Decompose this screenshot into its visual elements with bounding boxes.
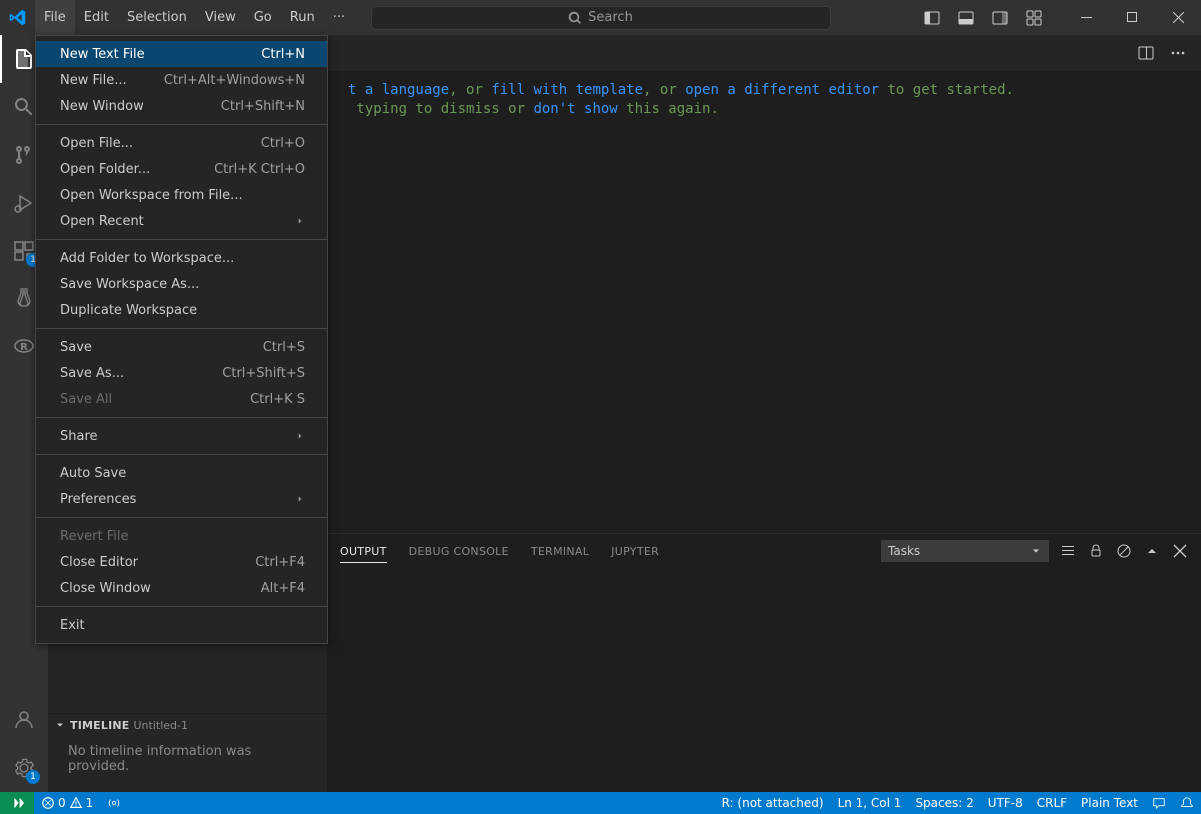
- menu-item-duplicate-workspace[interactable]: Duplicate Workspace: [36, 297, 327, 323]
- menu-item-revert-file: Revert File: [36, 523, 327, 549]
- menu-run[interactable]: Run: [281, 0, 324, 35]
- menu-[interactable]: ···: [324, 0, 354, 35]
- menu-separator: [36, 124, 327, 125]
- menu-item-save-all: Save AllCtrl+K S: [36, 386, 327, 412]
- menu-separator: [36, 606, 327, 607]
- menu-item-save-workspace-as[interactable]: Save Workspace As...: [36, 271, 327, 297]
- maximize-button[interactable]: [1109, 0, 1155, 35]
- broadcast-icon: [107, 796, 121, 810]
- accounts-icon[interactable]: [0, 696, 48, 744]
- vscode-logo-icon: [0, 9, 35, 26]
- toggle-panel-icon[interactable]: [949, 0, 983, 35]
- panel: OUTPUT DEBUG CONSOLE TERMINAL JUPYTER Tasks: [328, 533, 1201, 792]
- menu-item-share[interactable]: Share: [36, 423, 327, 449]
- chevron-down-icon: [54, 719, 66, 731]
- menu-item-new-text-file[interactable]: New Text FileCtrl+N: [36, 41, 327, 67]
- list-icon[interactable]: [1059, 542, 1077, 560]
- menu-separator: [36, 517, 327, 518]
- menu-item-open-file[interactable]: Open File...Ctrl+O: [36, 130, 327, 156]
- menu-file[interactable]: File: [35, 0, 75, 35]
- panel-tab-jupyter[interactable]: JUPYTER: [611, 539, 659, 562]
- menu-item-new-window[interactable]: New WindowCtrl+Shift+N: [36, 93, 327, 119]
- menu-separator: [36, 417, 327, 418]
- editor-content[interactable]: t a language, or fill with template, or …: [328, 71, 1201, 533]
- cursor-position[interactable]: Ln 1, Col 1: [831, 792, 909, 814]
- r-status[interactable]: R: (not attached): [715, 792, 831, 814]
- menu-item-open-recent[interactable]: Open Recent: [36, 208, 327, 234]
- panel-tab-debug-console[interactable]: DEBUG CONSOLE: [409, 539, 509, 562]
- editor-area: t a language, or fill with template, or …: [328, 35, 1201, 792]
- menu-item-preferences[interactable]: Preferences: [36, 486, 327, 512]
- panel-tab-output[interactable]: OUTPUT: [340, 539, 387, 563]
- settings-badge: 1: [26, 770, 40, 784]
- menu-item-auto-save[interactable]: Auto Save: [36, 460, 327, 486]
- language-mode[interactable]: Plain Text: [1074, 792, 1145, 814]
- chevron-right-icon: [295, 216, 305, 226]
- feedback-icon[interactable]: [1145, 792, 1173, 814]
- menu-item-save-as[interactable]: Save As...Ctrl+Shift+S: [36, 360, 327, 386]
- menu-edit[interactable]: Edit: [75, 0, 118, 35]
- indentation[interactable]: Spaces: 2: [908, 792, 980, 814]
- menu-item-open-folder[interactable]: Open Folder...Ctrl+K Ctrl+O: [36, 156, 327, 182]
- problems-button[interactable]: 0 1: [34, 792, 100, 814]
- panel-body: [328, 567, 1201, 792]
- encoding[interactable]: UTF-8: [981, 792, 1030, 814]
- notifications-icon[interactable]: [1173, 792, 1201, 814]
- clear-output-icon[interactable]: [1115, 542, 1133, 560]
- timeline-header[interactable]: TIMELINE Untitled-1: [48, 714, 327, 736]
- split-editor-icon[interactable]: [1133, 40, 1159, 66]
- menu-view[interactable]: View: [196, 0, 245, 35]
- panel-tabs: OUTPUT DEBUG CONSOLE TERMINAL JUPYTER Tasks: [328, 534, 1201, 567]
- output-select[interactable]: Tasks: [881, 540, 1049, 562]
- chevron-right-icon: [295, 431, 305, 441]
- eol[interactable]: CRLF: [1030, 792, 1074, 814]
- toggle-primary-sidebar-icon[interactable]: [915, 0, 949, 35]
- chevron-right-icon: [295, 494, 305, 504]
- lock-scroll-icon[interactable]: [1087, 542, 1105, 560]
- search-input[interactable]: Search: [371, 6, 831, 30]
- menu-separator: [36, 239, 327, 240]
- timeline-subtitle: Untitled-1: [133, 719, 187, 732]
- menu-separator: [36, 454, 327, 455]
- timeline-section: TIMELINE Untitled-1 No timeline informat…: [48, 713, 327, 792]
- timeline-title: TIMELINE: [70, 719, 129, 732]
- menu-item-add-folder-to-workspace[interactable]: Add Folder to Workspace...: [36, 245, 327, 271]
- toggle-secondary-sidebar-icon[interactable]: [983, 0, 1017, 35]
- warning-icon: [69, 796, 83, 810]
- gear-icon[interactable]: 1: [0, 744, 48, 792]
- svg-text:R: R: [20, 342, 28, 353]
- maximize-panel-icon[interactable]: [1143, 542, 1161, 560]
- minimize-button[interactable]: [1063, 0, 1109, 35]
- error-icon: [41, 796, 55, 810]
- ports-button[interactable]: [100, 792, 128, 814]
- menu-go[interactable]: Go: [245, 0, 281, 35]
- menu-item-open-workspace-from-file[interactable]: Open Workspace from File...: [36, 182, 327, 208]
- statusbar: 0 1 R: (not attached) Ln 1, Col 1 Spaces…: [0, 792, 1201, 814]
- close-button[interactable]: [1155, 0, 1201, 35]
- remote-button[interactable]: [0, 792, 34, 814]
- timeline-empty-msg: No timeline information was provided.: [48, 736, 327, 792]
- panel-tab-terminal[interactable]: TERMINAL: [531, 539, 589, 562]
- close-panel-icon[interactable]: [1171, 542, 1189, 560]
- menu-item-close-window[interactable]: Close WindowAlt+F4: [36, 575, 327, 601]
- customize-layout-icon[interactable]: [1017, 0, 1051, 35]
- menu-item-close-editor[interactable]: Close EditorCtrl+F4: [36, 549, 327, 575]
- file-menu-dropdown: New Text FileCtrl+NNew File...Ctrl+Alt+W…: [35, 35, 328, 644]
- more-actions-icon[interactable]: [1165, 40, 1191, 66]
- menu-separator: [36, 328, 327, 329]
- menubar: FileEditSelectionViewGoRun···: [35, 0, 354, 35]
- menu-selection[interactable]: Selection: [118, 0, 196, 35]
- menu-item-exit[interactable]: Exit: [36, 612, 327, 638]
- search-icon: [568, 11, 582, 25]
- search-placeholder: Search: [588, 10, 633, 25]
- menu-item-save[interactable]: SaveCtrl+S: [36, 334, 327, 360]
- menu-item-new-file[interactable]: New File...Ctrl+Alt+Windows+N: [36, 67, 327, 93]
- chevron-down-icon: [1030, 545, 1042, 557]
- titlebar: FileEditSelectionViewGoRun··· Search: [0, 0, 1201, 35]
